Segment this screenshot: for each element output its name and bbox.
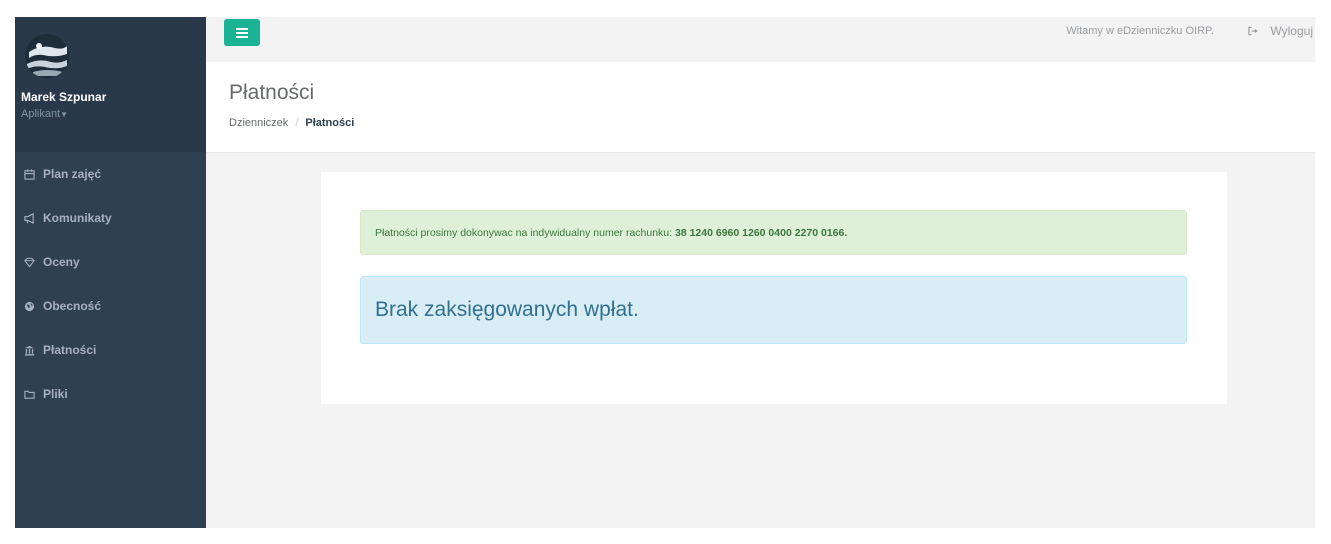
caret-down-icon: ▼ <box>60 110 69 119</box>
payment-notice-alert: Płatności prosimy dokonywac na indywidua… <box>360 210 1187 255</box>
logout-label: Wyloguj <box>1270 24 1313 38</box>
user-name: Marek Szpunar <box>21 90 107 104</box>
page-title: Płatności <box>229 81 315 104</box>
avatar-image <box>25 34 69 78</box>
avatar[interactable] <box>25 34 69 78</box>
no-payments-text: Brak zaksięgowanych wpłat. <box>375 298 639 321</box>
no-payments-alert: Brak zaksięgowanych wpłat. <box>360 276 1187 344</box>
sidebar-item-label: Obecność <box>43 299 102 313</box>
sidebar-item-label: Pliki <box>43 387 68 401</box>
page-heading: Płatności Dzienniczek / Płatności <box>206 62 1315 153</box>
sidebar-nav: Plan zajęć Komunikaty Oceny Obecność Pła… <box>15 152 206 416</box>
sidebar-item-plan-zajec[interactable]: Plan zajęć <box>15 152 206 196</box>
top-navbar: Witamy w eDzienniczku OIRP. Wyloguj <box>206 17 1315 62</box>
sidebar-item-label: Płatności <box>43 343 97 357</box>
content-panel: Płatności prosimy dokonywac na indywidua… <box>321 172 1227 404</box>
user-role-label: Aplikant <box>21 108 61 120</box>
breadcrumb: Dzienniczek / Płatności <box>229 117 354 129</box>
sidebar-item-pliki[interactable]: Pliki <box>15 372 206 416</box>
sidebar-item-komunikaty[interactable]: Komunikaty <box>15 196 206 240</box>
bullhorn-icon <box>21 211 37 225</box>
sidebar: Marek Szpunar Aplikant▼ Plan zajęć Komun… <box>15 17 206 528</box>
sign-out-icon <box>1248 26 1259 36</box>
account-number: 38 1240 6960 1260 0400 2270 0166. <box>675 226 848 239</box>
user-role-dropdown[interactable]: Aplikant▼ <box>21 108 68 120</box>
breadcrumb-separator: / <box>295 117 299 129</box>
bank-icon <box>21 343 37 357</box>
diamond-icon <box>21 255 37 269</box>
welcome-message: Witamy w eDzienniczku OIRP. <box>1066 25 1214 37</box>
calendar-icon <box>21 167 37 181</box>
hamburger-icon <box>236 27 248 38</box>
app-frame: Marek Szpunar Aplikant▼ Plan zajęć Komun… <box>15 17 1315 528</box>
globe-icon <box>21 299 37 313</box>
sidebar-item-obecnosc[interactable]: Obecność <box>15 284 206 328</box>
sidebar-item-label: Komunikaty <box>43 211 112 225</box>
sidebar-item-label: Plan zajęć <box>43 167 102 181</box>
sidebar-item-label: Oceny <box>43 255 80 269</box>
payment-notice-text: Płatności prosimy dokonywac na indywidua… <box>375 226 673 239</box>
profile-header: Marek Szpunar Aplikant▼ <box>15 17 206 152</box>
folder-icon <box>21 387 37 401</box>
sidebar-item-oceny[interactable]: Oceny <box>15 240 206 284</box>
logout-link[interactable]: Wyloguj <box>1248 24 1313 38</box>
sidebar-item-platnosci[interactable]: Płatności <box>15 328 206 372</box>
breadcrumb-dzienniczek-link[interactable]: Dzienniczek <box>229 117 288 129</box>
menu-toggle-button[interactable] <box>224 19 260 46</box>
breadcrumb-current: Płatności <box>305 117 355 129</box>
